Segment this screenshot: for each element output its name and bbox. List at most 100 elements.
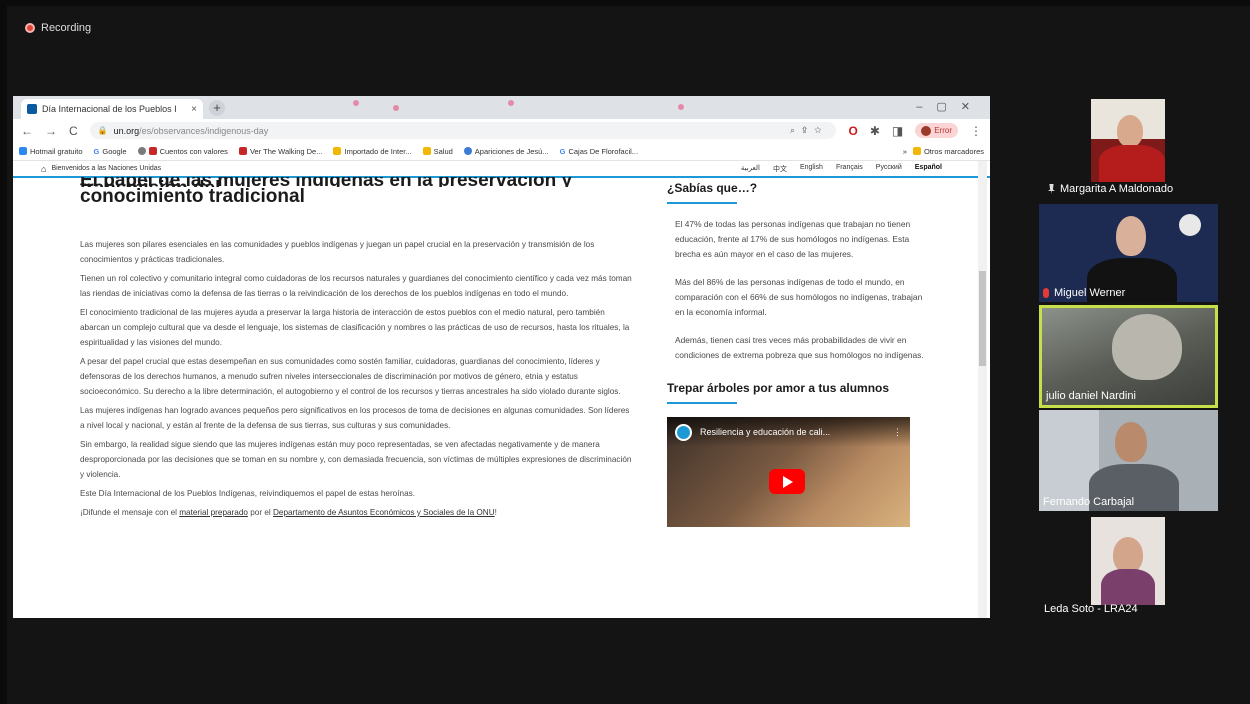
other-bookmarks-label: Otros marcadores	[923, 146, 984, 156]
material-link[interactable]: material preparado	[179, 508, 248, 517]
participant-head	[1112, 314, 1182, 380]
url-path: /es/observances/indigenous-day	[139, 125, 269, 136]
participant-label-julio: julio daniel Nardini	[1046, 390, 1136, 402]
site-icon	[148, 147, 157, 155]
lang-english[interactable]: English	[800, 164, 823, 174]
pin-icon	[1048, 184, 1055, 194]
desa-link[interactable]: Departamento de Asuntos Económicos y Soc…	[273, 508, 495, 517]
language-switcher: العربية 中文 English Français Русский Espa…	[741, 164, 942, 174]
participant-body	[1101, 569, 1155, 605]
bookmark-hotmail[interactable]: Hotmail gratuito	[19, 147, 83, 156]
bookmark-walking-dead[interactable]: Ver The Walking De...	[238, 146, 323, 156]
paragraph: Tienen un rol colectivo y comunitario in…	[80, 274, 632, 298]
paragraph: El conocimiento tradicional de las mujer…	[80, 308, 630, 347]
folder-icon	[912, 147, 921, 155]
article-title-main: conocimiento tradicional	[80, 186, 305, 207]
video-menu-icon[interactable]: ⋮	[893, 427, 902, 438]
cta-text: !	[494, 508, 497, 517]
google-icon: G	[93, 146, 100, 156]
bookmark-salud[interactable]: Salud	[422, 147, 453, 156]
lang-spanish[interactable]: Español	[915, 164, 942, 174]
url-input[interactable]: 🔒 un.org/es/observances/indigenous-day ⌕…	[89, 122, 837, 139]
paragraph: Este Día Internacional de los Pueblos In…	[80, 489, 415, 498]
avatar-icon	[921, 125, 932, 136]
participant-label-miguel: Miguel Werner	[1043, 287, 1125, 299]
url-host: un.org	[113, 125, 140, 136]
omnibox-action-icons[interactable]: ⌕⇪☆	[790, 125, 828, 136]
bookmark-apariciones[interactable]: Apariciones de Jesú...	[463, 147, 549, 156]
lang-chinese[interactable]: 中文	[773, 164, 787, 174]
lang-french[interactable]: Français	[836, 164, 863, 174]
recording-indicator[interactable]: Recording	[25, 22, 91, 34]
play-button-icon[interactable]	[769, 469, 805, 494]
participant-name: Margarita A Maldonado	[1060, 183, 1174, 195]
paragraph: Sin embargo, la realidad sigue siendo qu…	[80, 440, 632, 479]
participant-video-margarita[interactable]	[1091, 99, 1165, 182]
sidebar: ¿Sabías que…? El 47% de todas las person…	[667, 181, 932, 527]
decor-blossom	[678, 104, 684, 110]
reload-icon[interactable]: C	[69, 124, 78, 138]
back-arrow-icon[interactable]: ←	[21, 124, 33, 138]
video-title[interactable]: Resiliencia y educación de cali...	[700, 427, 830, 437]
participant-video-miguel[interactable]: Miguel Werner	[1039, 204, 1218, 302]
paragraph: Las mujeres son pilares esenciales en la…	[80, 240, 595, 264]
participant-name: Miguel Werner	[1054, 287, 1126, 299]
participant-head	[1117, 115, 1143, 147]
folder-icon	[422, 147, 431, 155]
participant-video-fernando[interactable]: Fernando Carbajal	[1039, 410, 1218, 511]
participant-label-leda: Leda Soto - LRA24	[1044, 603, 1138, 615]
lock-icon: 🔒	[97, 126, 108, 135]
profile-error-button[interactable]: Error	[915, 123, 958, 138]
bookmark-label: Ver The Walking De...	[249, 146, 323, 156]
more-bookmarks-icon[interactable]: »	[903, 147, 907, 156]
new-tab-button[interactable]: +	[209, 100, 225, 116]
bookmark-google[interactable]: G Google	[94, 147, 127, 156]
participant-head	[1115, 422, 1147, 462]
extensions-icon[interactable]: ✱	[870, 124, 880, 138]
tab-title: Día Internacional de los Pueblos I	[42, 104, 177, 114]
page-scrollbar[interactable]	[978, 161, 987, 618]
forward-arrow-icon[interactable]: →	[45, 124, 57, 138]
browser-menu-icon[interactable]: ⋮	[970, 124, 982, 138]
profile-label: Error	[934, 126, 952, 135]
cta-text: ¡Difunde el mensaje con el	[80, 508, 180, 517]
recording-label: Recording	[41, 22, 92, 34]
muted-mic-icon	[1043, 288, 1049, 298]
scrollbar-thumb[interactable]	[979, 271, 986, 366]
cta-text: por el	[247, 508, 273, 517]
window-controls[interactable]: –▢✕	[916, 100, 984, 113]
opera-extension-icon[interactable]: O	[848, 124, 857, 138]
folder-icon	[333, 147, 342, 155]
close-tab-icon[interactable]: ×	[191, 104, 197, 115]
did-you-know-heading: ¿Sabías que…?	[667, 181, 758, 195]
decor-blossom	[353, 100, 359, 106]
google-icon: G	[559, 146, 566, 156]
bookmark-cuentos[interactable]: Cuentos con valores	[137, 147, 228, 156]
bookmark-cajas[interactable]: G Cajas De Florofacil...	[560, 147, 638, 156]
globe-icon	[137, 147, 146, 155]
youtube-video[interactable]: Resiliencia y educación de cali... ⋮	[667, 417, 910, 527]
participant-label-margarita: Margarita A Maldonado	[1048, 183, 1173, 195]
bookmark-label: Google	[102, 146, 127, 156]
un-channel-logo-icon	[675, 423, 692, 441]
participant-video-julio[interactable]: julio daniel Nardini	[1039, 305, 1218, 408]
participant-video-leda[interactable]	[1091, 517, 1165, 605]
bookmark-importado[interactable]: Importado de Inter...	[333, 146, 412, 156]
other-bookmarks-folder[interactable]: Otros marcadores	[912, 146, 984, 156]
fact: Además, tienen casi tres veces más proba…	[675, 335, 924, 360]
decor-blossom	[508, 100, 514, 106]
bookmark-label: Hotmail gratuito	[30, 146, 83, 156]
browser-tab[interactable]: Día Internacional de los Pueblos I ×	[21, 99, 203, 119]
home-icon[interactable]: ⌂	[41, 164, 46, 174]
welcome-link[interactable]: Bienvenidos a las Naciones Unidas	[51, 165, 161, 172]
article: El papel de las mujeres indígenas en la …	[80, 177, 635, 524]
lang-russian[interactable]: Русский	[876, 164, 902, 174]
site-icon	[238, 147, 247, 155]
participant-head	[1116, 216, 1146, 256]
paragraph: Las mujeres indígenas han logrado avance…	[80, 406, 630, 430]
sidebar-toggle-icon[interactable]: ◨	[892, 124, 903, 138]
un-web-page: ⌂ Bienvenidos a las Naciones Unidas العر…	[13, 161, 990, 618]
participant-body	[1099, 145, 1165, 182]
lang-arabic[interactable]: العربية	[741, 164, 760, 174]
bookmark-label: Importado de Inter...	[344, 146, 412, 156]
